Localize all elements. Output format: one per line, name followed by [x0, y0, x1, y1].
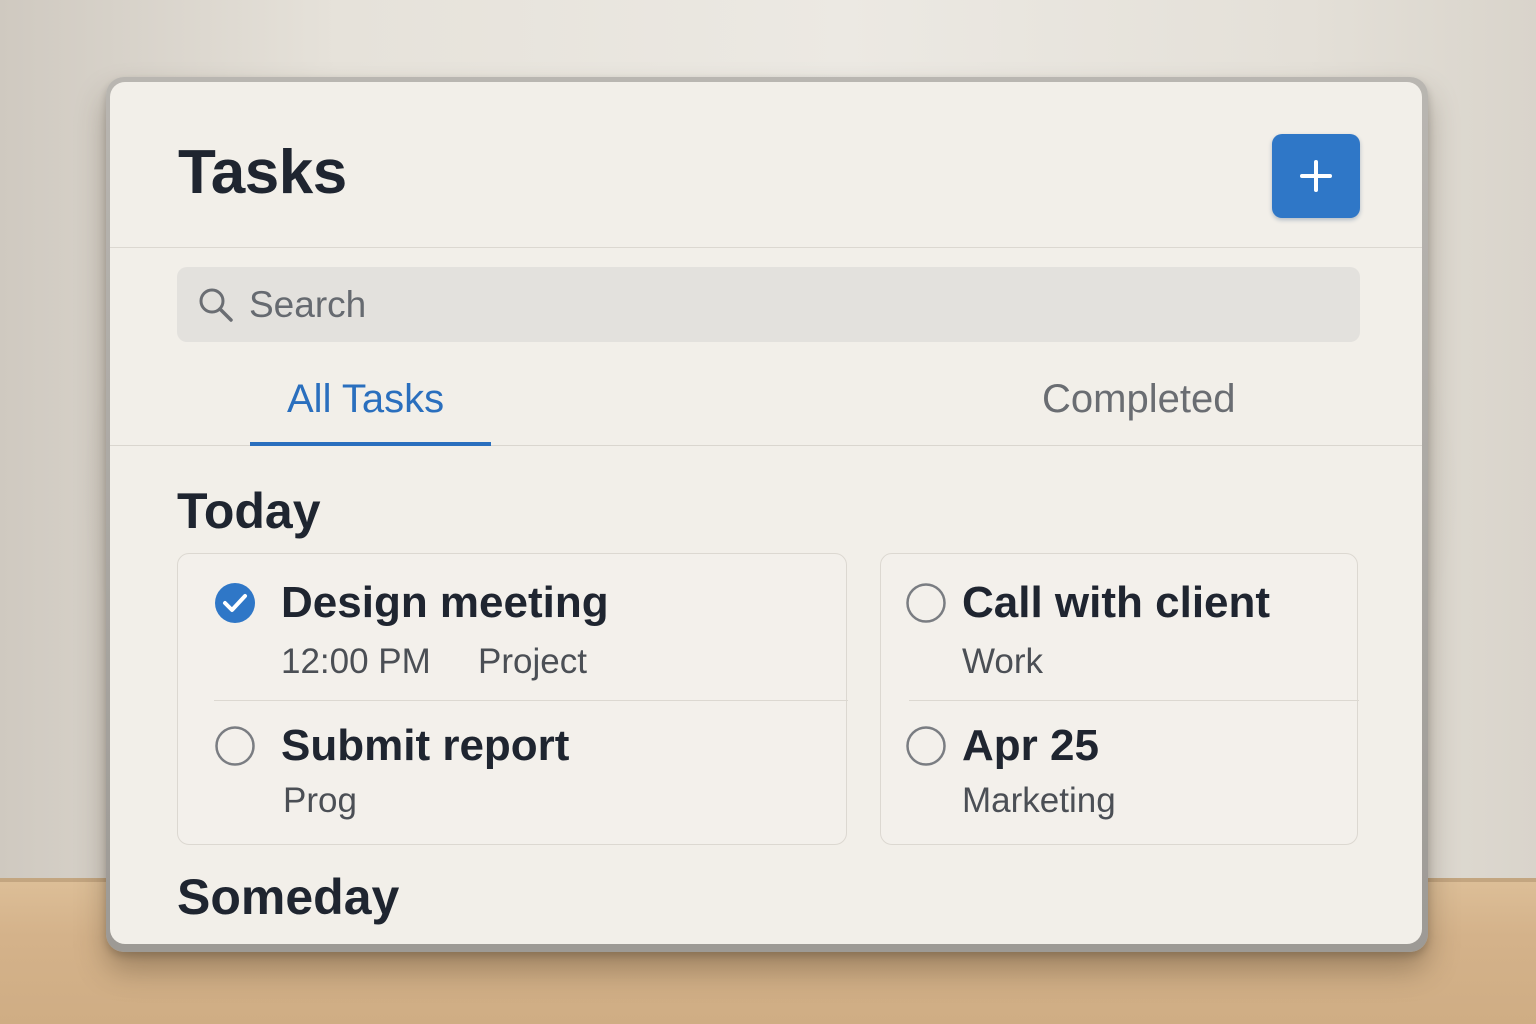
section-title-today: Today	[177, 483, 321, 539]
task-divider	[214, 700, 848, 701]
task-name: Apr 25	[962, 721, 1099, 770]
task-tag: Prog	[283, 781, 357, 820]
search-icon	[199, 288, 233, 322]
task-tag: Marketing	[962, 781, 1116, 820]
task-tag: Work	[962, 642, 1044, 681]
task-card-left: Design meeting 12:00 PM Project Submit r…	[177, 553, 848, 845]
tab-bar: All Tasks Completed	[110, 362, 1422, 446]
add-task-button[interactable]	[1272, 134, 1360, 218]
tab-completed[interactable]: Completed	[1042, 377, 1235, 422]
check-circle-icon[interactable]	[214, 582, 256, 624]
task-name: Call with client	[962, 578, 1271, 627]
task-time: 12:00 PM	[281, 642, 431, 681]
search-bar	[177, 267, 1360, 342]
active-tab-indicator	[250, 442, 491, 446]
task-card-right: Call with client Work Apr 25 Marketing	[880, 553, 1359, 845]
empty-circle-icon[interactable]	[214, 725, 256, 767]
header: Tasks	[110, 82, 1422, 248]
search-input[interactable]	[249, 267, 1329, 342]
task-name: Design meeting	[281, 578, 609, 627]
section-title-someday: Someday	[177, 869, 400, 925]
plus-icon	[1300, 160, 1332, 192]
task-divider	[909, 700, 1359, 701]
task-tag: Project	[478, 642, 587, 681]
page-title: Tasks	[178, 138, 347, 207]
empty-circle-icon[interactable]	[905, 725, 947, 767]
app-window: Tasks All Tasks Completed Today Design m…	[110, 82, 1422, 944]
empty-circle-icon[interactable]	[905, 582, 947, 624]
task-name: Submit report	[281, 721, 570, 770]
tab-all-tasks[interactable]: All Tasks	[287, 377, 444, 422]
